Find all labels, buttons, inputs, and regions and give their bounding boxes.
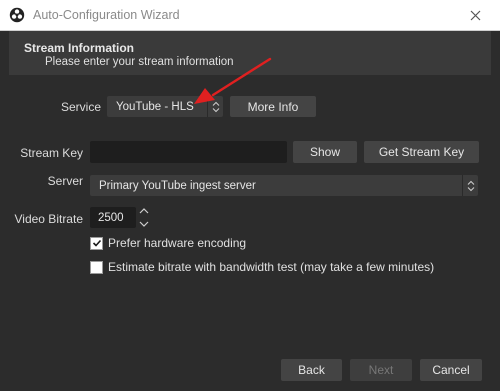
obs-logo-icon [9,7,25,23]
stream-key-label: Stream Key [20,146,83,160]
server-dropdown[interactable]: Primary YouTube ingest server [90,175,478,196]
chevron-down-icon[interactable] [139,220,149,228]
close-icon [470,10,480,20]
video-bitrate-label: Video Bitrate [14,212,84,226]
bandwidth-test-label: Estimate bitrate with bandwidth test (ma… [108,260,435,274]
updown-chevron-icon [207,96,223,117]
updown-chevron-icon [462,175,478,196]
chevron-up-icon[interactable] [139,207,149,215]
video-bitrate-input[interactable]: 2500 [90,207,136,228]
back-button[interactable]: Back [281,359,342,381]
server-dropdown-value: Primary YouTube ingest server [99,179,256,192]
get-stream-key-button[interactable]: Get Stream Key [364,141,479,163]
hardware-encoding-option[interactable]: Prefer hardware encoding [90,236,246,250]
section-title: Stream Information [24,41,135,55]
video-bitrate-value: 2500 [98,211,124,224]
wizard-content [0,31,500,391]
bandwidth-test-option[interactable]: Estimate bitrate with bandwidth test (ma… [90,260,434,274]
checkmark-icon [92,239,101,247]
service-dropdown-value: YouTube - HLS [116,100,194,113]
hardware-encoding-label: Prefer hardware encoding [108,236,247,250]
next-button[interactable]: Next [350,359,412,381]
bandwidth-test-checkbox[interactable] [90,260,103,274]
bitrate-spinner[interactable] [136,207,152,228]
section-subtitle: Please enter your stream information [45,56,234,68]
more-info-button[interactable]: More Info [230,96,316,117]
service-label: Service [60,100,101,114]
cancel-button[interactable]: Cancel [420,359,482,381]
close-button[interactable] [460,4,490,26]
server-label: Server [47,174,83,188]
hardware-encoding-checkbox[interactable] [90,236,103,250]
show-button[interactable]: Show [293,141,357,163]
window-title: Auto-Configuration Wizard [33,8,180,22]
title-bar: Auto-Configuration Wizard [0,0,500,31]
stream-key-input[interactable] [90,141,287,163]
service-dropdown[interactable]: YouTube - HLS [107,96,223,117]
